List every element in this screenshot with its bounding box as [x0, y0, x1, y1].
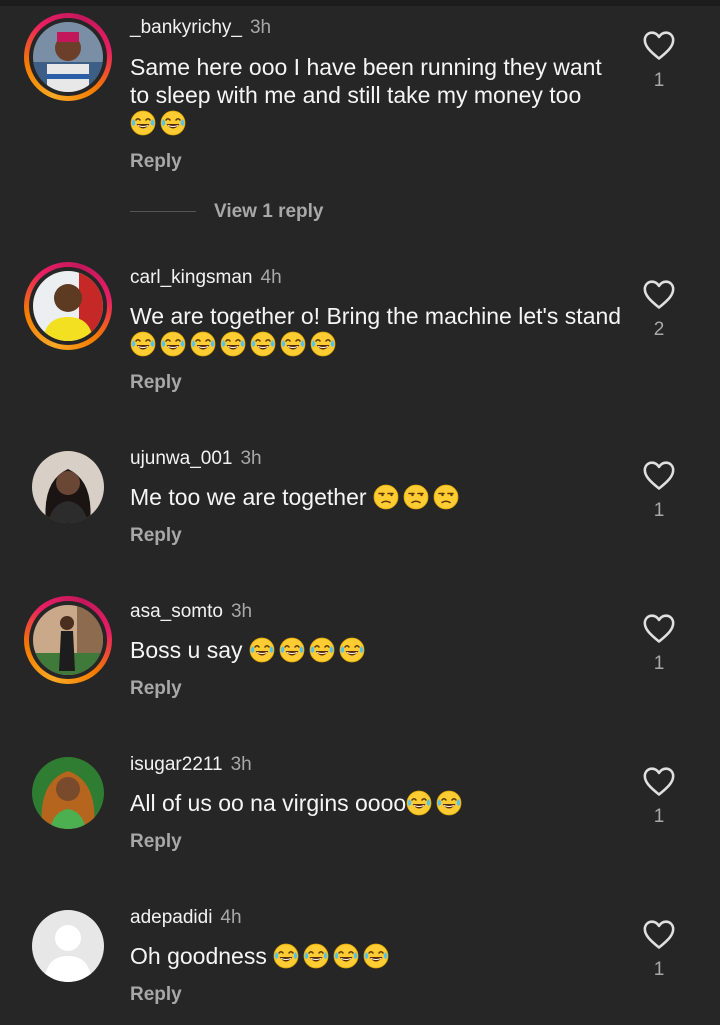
face-with-tears-of-joy-emoji	[363, 943, 389, 969]
top-divider	[0, 0, 720, 6]
comment-text: Same here ooo I have been running they w…	[130, 53, 625, 137]
comment-text: Oh goodness	[130, 942, 625, 970]
unamused-face-emoji	[373, 484, 399, 510]
comment-time: 3h	[249, 17, 272, 38]
face-with-tears-of-joy-emoji	[160, 110, 186, 136]
comment-username[interactable]: ujunwa_001 3h	[130, 448, 262, 470]
comment-time: 4h	[220, 907, 242, 928]
face-with-tears-of-joy-emoji	[436, 790, 462, 816]
face-with-tears-of-joy-emoji	[310, 331, 336, 357]
comment-username[interactable]: asa_somto 3h	[130, 601, 252, 623]
like-count: 2	[653, 319, 665, 340]
reply-button[interactable]: Reply	[130, 831, 182, 853]
face-with-tears-of-joy-emoji	[273, 943, 299, 969]
heart-outline-icon[interactable]	[642, 918, 676, 950]
avatar[interactable]	[24, 13, 112, 101]
face-with-tears-of-joy-emoji	[130, 110, 156, 136]
view-replies-button[interactable]: View 1 reply	[214, 201, 324, 223]
reply-button[interactable]: Reply	[130, 525, 182, 547]
comment-username[interactable]: carl_kingsman 4h	[130, 267, 282, 289]
reply-button[interactable]: Reply	[130, 372, 182, 394]
face-with-tears-of-joy-emoji	[250, 331, 276, 357]
reply-button[interactable]: Reply	[130, 678, 182, 700]
face-with-tears-of-joy-emoji	[130, 331, 156, 357]
avatar[interactable]	[24, 596, 112, 684]
avatar[interactable]	[24, 749, 112, 837]
heart-outline-icon[interactable]	[642, 278, 676, 310]
comment-time: 3h	[240, 448, 262, 469]
unamused-face-emoji	[433, 484, 459, 510]
comment-text: We are together o! Bring the machine let…	[130, 302, 625, 358]
comment-text: All of us oo na virgins oooo	[130, 789, 625, 817]
like-count: 1	[653, 500, 665, 521]
avatar[interactable]	[24, 902, 112, 990]
face-with-tears-of-joy-emoji	[333, 943, 359, 969]
comment-text: Me too we are together	[130, 483, 625, 511]
comment-username[interactable]: adepadidi 4h	[130, 907, 242, 929]
reply-button[interactable]: Reply	[130, 151, 182, 173]
comment-username[interactable]: _bankyrichy_ 3h	[130, 17, 271, 39]
avatar[interactable]	[24, 443, 112, 531]
face-with-tears-of-joy-emoji	[406, 790, 432, 816]
like-count: 1	[653, 653, 665, 674]
face-with-tears-of-joy-emoji	[339, 637, 365, 663]
face-with-tears-of-joy-emoji	[249, 637, 275, 663]
face-with-tears-of-joy-emoji	[160, 331, 186, 357]
comment-username[interactable]: isugar2211 3h	[130, 754, 252, 776]
comment-time: 3h	[230, 601, 253, 622]
avatar[interactable]	[24, 262, 112, 350]
face-with-tears-of-joy-emoji	[190, 331, 216, 357]
heart-outline-icon[interactable]	[642, 765, 676, 797]
unamused-face-emoji	[403, 484, 429, 510]
view-replies-divider	[130, 211, 196, 212]
comment-text: Boss u say	[130, 636, 625, 664]
heart-outline-icon[interactable]	[642, 29, 676, 61]
heart-outline-icon[interactable]	[642, 459, 676, 491]
heart-outline-icon[interactable]	[642, 612, 676, 644]
face-with-tears-of-joy-emoji	[280, 331, 306, 357]
reply-button[interactable]: Reply	[130, 984, 182, 1006]
like-count: 1	[653, 959, 665, 980]
face-with-tears-of-joy-emoji	[220, 331, 246, 357]
comment-time: 3h	[230, 754, 252, 775]
face-with-tears-of-joy-emoji	[303, 943, 329, 969]
face-with-tears-of-joy-emoji	[309, 637, 335, 663]
like-count: 1	[653, 70, 665, 91]
face-with-tears-of-joy-emoji	[279, 637, 305, 663]
like-count: 1	[653, 806, 665, 827]
comment-time: 4h	[260, 267, 282, 288]
